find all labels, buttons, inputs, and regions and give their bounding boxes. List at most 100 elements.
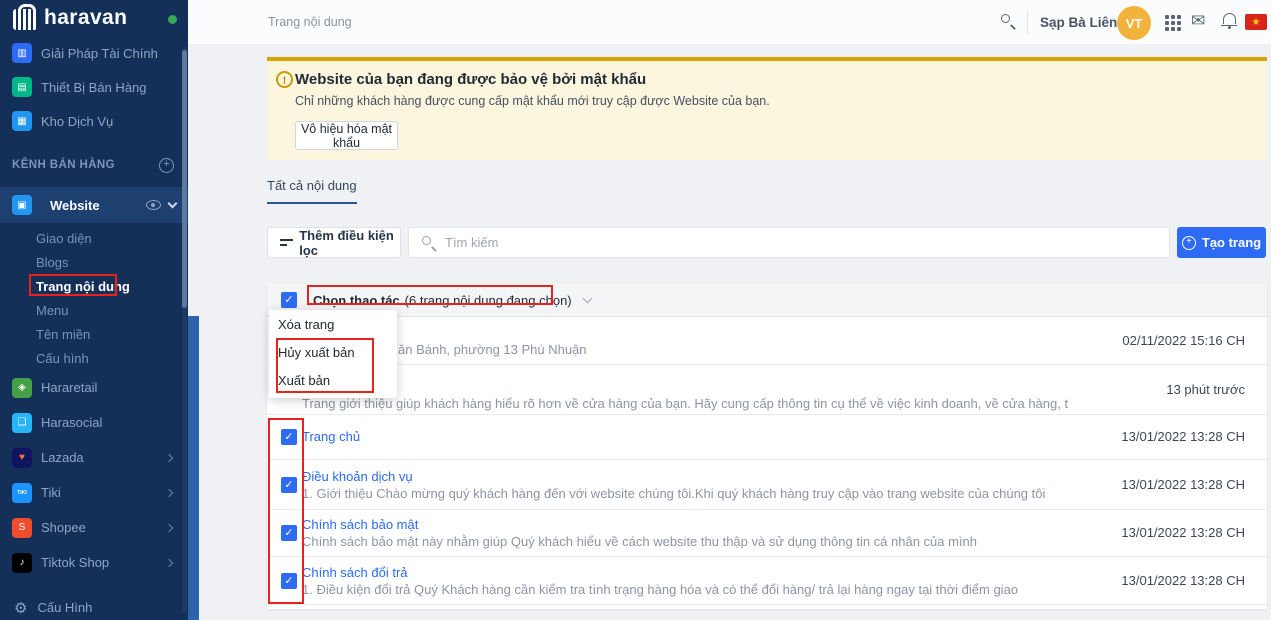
sidebar-scrollbar-thumb[interactable] xyxy=(182,50,187,308)
website-label: Website xyxy=(50,198,146,213)
sidebar-scrollbar[interactable] xyxy=(182,48,187,613)
page-title-link[interactable]: Chính sách đổi trả xyxy=(302,565,408,581)
submenu-item-pages[interactable]: Trang nội dung xyxy=(0,274,188,298)
table-row[interactable]: Chính sách đổi trả 1. Điều kiện đổi trả … xyxy=(267,557,1267,605)
haravan-bag-icon xyxy=(13,9,37,30)
sidebar-item-services[interactable]: ▦ Kho Dịch Vụ xyxy=(0,104,188,138)
sidebar-item-shopee[interactable]: S Shopee xyxy=(0,510,188,545)
logo-text: haravan xyxy=(44,6,127,30)
password-protection-banner: ! Website của bạn đang được bảo vệ bởi m… xyxy=(267,57,1267,160)
table-row[interactable]: ăn Bánh, phường 13 Phú Nhuận 02/11/2022 … xyxy=(267,317,1267,365)
submenu-item-themes[interactable]: Giao diện xyxy=(0,226,188,250)
table-row[interactable]: Chính sách bảo mật Chính sách bảo mật nà… xyxy=(267,510,1267,557)
sidebar-item-lazada[interactable]: ♥ Lazada xyxy=(0,440,188,475)
page-description: Chính sách bảo mật này nhằm giúp Quý khá… xyxy=(302,534,977,550)
sidebar-item-website[interactable]: ▣ Website xyxy=(0,187,188,223)
sidebar-item-hararetail[interactable]: ◈ Hararetail xyxy=(0,370,188,405)
create-page-button[interactable]: Tạo trang xyxy=(1177,227,1266,258)
submenu-item-blogs[interactable]: Blogs xyxy=(0,250,188,274)
tab-all-content[interactable]: Tất cả nội dung xyxy=(267,178,357,204)
chevron-right-icon xyxy=(165,558,173,566)
service-icon: ▦ xyxy=(12,111,32,131)
search-box xyxy=(408,227,1170,258)
harasocial-icon: ❏ xyxy=(12,413,32,433)
gear-icon: ⚙ xyxy=(14,599,27,617)
create-label: Tạo trang xyxy=(1202,235,1261,250)
row-date: 02/11/2022 15:16 CH xyxy=(1122,333,1245,348)
add-filter-button[interactable]: Thêm điều kiện lọc xyxy=(267,227,401,258)
haravan-logo[interactable]: haravan xyxy=(0,0,188,36)
chevron-right-icon xyxy=(165,523,173,531)
sidebar: haravan ▥ Giải Pháp Tài Chính ▤ Thiết Bị… xyxy=(0,0,188,620)
row-checkbox[interactable] xyxy=(281,525,297,541)
finance-icon: ▥ xyxy=(12,43,32,63)
channel-label: Tiki xyxy=(41,485,166,500)
page-title-link[interactable]: Điều khoản dịch vụ xyxy=(302,469,413,485)
settings-label: Cấu Hình xyxy=(37,600,92,615)
sidebar-item-tiktok-shop[interactable]: ♪ Tiktok Shop xyxy=(0,545,188,580)
select-all-checkbox[interactable] xyxy=(281,292,297,308)
table-row[interactable]: Điều khoản dịch vụ 1. Giới thiệu Chào mừ… xyxy=(267,460,1267,510)
row-checkbox[interactable] xyxy=(281,573,297,589)
sidebar-edge-strip xyxy=(188,316,199,620)
eye-icon[interactable] xyxy=(146,200,161,210)
topbar: Trang nội dung Sạp Bà Liên VT ✉ ★ xyxy=(188,0,1271,45)
tiki-icon: TIKI xyxy=(12,483,32,503)
row-checkbox[interactable] xyxy=(281,477,297,493)
bell-icon[interactable] xyxy=(1223,13,1236,24)
row-date: 13/01/2022 13:28 CH xyxy=(1121,429,1245,444)
menu-item-unpublish[interactable]: Hủy xuất bản xyxy=(269,339,397,367)
vietnam-flag-icon[interactable]: ★ xyxy=(1245,14,1267,30)
chevron-right-icon xyxy=(165,488,173,496)
submenu-item-config[interactable]: Cấu hình xyxy=(0,346,188,370)
sidebar-item-finance[interactable]: ▥ Giải Pháp Tài Chính xyxy=(0,36,188,70)
submenu-item-menu[interactable]: Menu xyxy=(0,298,188,322)
status-dot xyxy=(168,15,177,24)
sales-channels-section: KÊNH BÁN HÀNG xyxy=(0,150,188,180)
search-input[interactable] xyxy=(445,228,1145,257)
row-date: 13/01/2022 13:28 CH xyxy=(1121,525,1245,540)
submenu-item-domains[interactable]: Tên miền xyxy=(0,322,188,346)
tiktok-icon: ♪ xyxy=(12,553,32,573)
disable-password-button[interactable]: Vô hiệu hóa mật khẩu xyxy=(295,121,398,150)
sidebar-item-label: Giải Pháp Tài Chính xyxy=(41,46,158,61)
channel-label: Lazada xyxy=(41,450,166,465)
user-name[interactable]: Sạp Bà Liên xyxy=(1040,15,1117,30)
add-channel-icon[interactable] xyxy=(159,158,174,173)
row-checkbox[interactable] xyxy=(281,429,297,445)
row-date: 13/01/2022 13:28 CH xyxy=(1121,573,1245,588)
banner-title: Website của bạn đang được bảo vệ bởi mật… xyxy=(295,71,646,88)
haravan-admin-page: haravan ▥ Giải Pháp Tài Chính ▤ Thiết Bị… xyxy=(0,0,1271,620)
lazada-icon: ♥ xyxy=(12,448,32,468)
sidebar-item-settings[interactable]: ⚙ Cấu Hình xyxy=(0,590,188,620)
channel-label: Shopee xyxy=(41,520,166,535)
menu-item-delete-page[interactable]: Xóa trang xyxy=(269,311,397,339)
avatar[interactable]: VT xyxy=(1117,6,1151,40)
mail-icon[interactable]: ✉ xyxy=(1191,11,1205,31)
search-icon xyxy=(422,236,437,251)
table-row[interactable]: Trang giới thiệu giúp khách hàng hiểu rõ… xyxy=(267,365,1267,415)
chevron-down-icon xyxy=(582,294,592,304)
menu-item-publish[interactable]: Xuất bản xyxy=(269,367,397,395)
chevron-right-icon xyxy=(165,453,173,461)
page-title-link[interactable]: Chính sách bảo mật xyxy=(302,517,418,533)
table-row[interactable]: Trang chủ 13/01/2022 13:28 CH xyxy=(267,415,1267,460)
page-title-link[interactable]: Trang chủ xyxy=(302,429,360,445)
pos-device-icon: ▤ xyxy=(12,77,32,97)
channel-label: Harasocial xyxy=(41,415,172,430)
bulk-actions-menu: Xóa trang Hủy xuất bản Xuất bản xyxy=(269,310,397,398)
page-description: 1. Giới thiệu Chào mừng quý khách hàng đ… xyxy=(302,486,1045,502)
sidebar-item-pos-devices[interactable]: ▤ Thiết Bị Bán Hàng xyxy=(0,70,188,104)
bulk-actions-label: Chọn thao tác xyxy=(313,293,400,308)
plus-circle-icon xyxy=(1182,236,1196,250)
sidebar-item-tiki[interactable]: TIKI Tiki xyxy=(0,475,188,510)
page-description: ăn Bánh, phường 13 Phú Nhuận xyxy=(398,342,587,357)
sidebar-item-harasocial[interactable]: ❏ Harasocial xyxy=(0,405,188,440)
apps-grid-icon[interactable] xyxy=(1165,15,1181,31)
website-submenu: Giao diện Blogs Trang nội dung Menu Tên … xyxy=(0,226,188,370)
search-icon[interactable] xyxy=(1001,14,1017,30)
shopee-icon: S xyxy=(12,518,32,538)
sidebar-item-label: Thiết Bị Bán Hàng xyxy=(41,80,147,95)
row-date: 13/01/2022 13:28 CH xyxy=(1121,477,1245,492)
filter-label: Thêm điều kiện lọc xyxy=(299,228,400,258)
